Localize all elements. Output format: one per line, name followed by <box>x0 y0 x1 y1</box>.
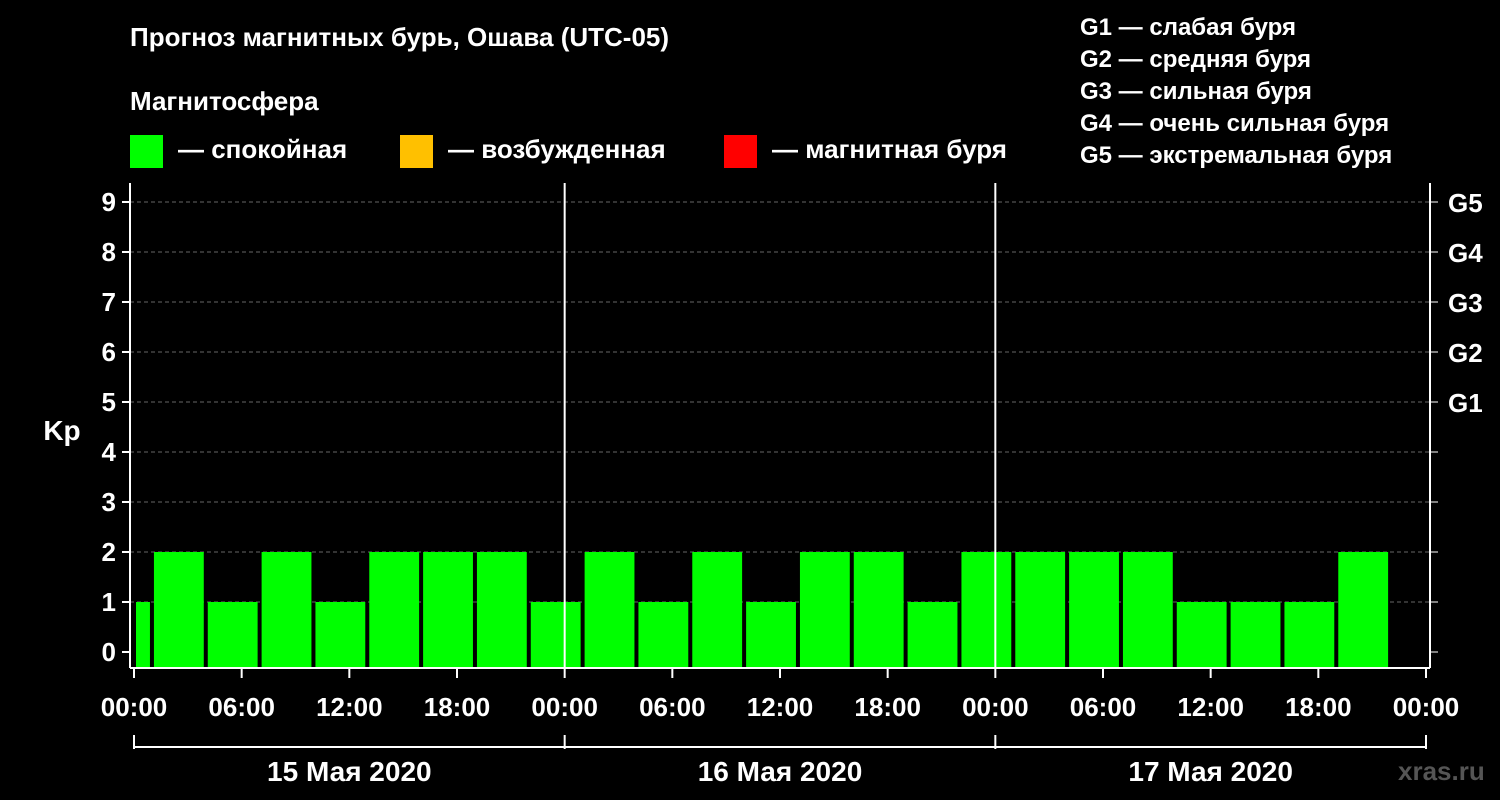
grid-lines <box>130 201 1430 603</box>
x-tick-label: 00:00 <box>1393 692 1460 722</box>
bar-11 <box>692 552 743 668</box>
x-tick-label: 18:00 <box>1285 692 1352 722</box>
day-label: 16 Мая 2020 <box>698 756 863 787</box>
bar-14 <box>853 552 904 668</box>
y-tick-label: 8 <box>102 237 116 267</box>
x-tick-label: 00:00 <box>962 692 1029 722</box>
bar-23 <box>1338 552 1389 668</box>
bar-17 <box>1015 552 1066 668</box>
bar-4 <box>315 602 366 668</box>
x-tick-label: 18:00 <box>854 692 921 722</box>
x-tick-label: 12:00 <box>316 692 383 722</box>
bar-22 <box>1284 602 1335 668</box>
y-tick-label: 0 <box>102 637 116 667</box>
g-tick-label: G3 <box>1448 288 1483 318</box>
bar-series <box>136 552 1389 668</box>
y-tick-label: 2 <box>102 537 116 567</box>
bar-5 <box>369 552 420 668</box>
y-tick-label: 1 <box>102 587 116 617</box>
bar-0 <box>136 602 150 668</box>
axis-labels: 0 1 2 3 4 5 6 7 8 9 G1 G2 G3 G4 G5 Kp 00:00 06:00 12:00 18:… <box>43 187 1483 787</box>
bar-3 <box>261 552 312 668</box>
bar-8 <box>530 602 581 668</box>
bar-7 <box>476 552 527 668</box>
bar-19 <box>1122 552 1173 668</box>
y-tick-label: 9 <box>102 187 116 217</box>
y-tick-label: 7 <box>102 287 116 317</box>
day-label: 15 Мая 2020 <box>267 756 432 787</box>
bar-18 <box>1069 552 1119 668</box>
y-tick-label: 4 <box>102 437 117 467</box>
bar-13 <box>799 552 850 668</box>
x-tick-label: 18:00 <box>424 692 491 722</box>
x-tick-label: 00:00 <box>101 692 168 722</box>
y-tick-label: 5 <box>102 387 116 417</box>
g-tick-label: G5 <box>1448 188 1483 218</box>
bar-2 <box>207 602 258 668</box>
bar-20 <box>1176 602 1227 668</box>
bar-12 <box>746 602 796 668</box>
y-axis-label: Kp <box>43 415 80 446</box>
bar-21 <box>1230 602 1281 668</box>
x-tick-label: 12:00 <box>747 692 814 722</box>
x-tick-label: 12:00 <box>1177 692 1244 722</box>
x-tick-label: 06:00 <box>639 692 706 722</box>
y-tick-label: 3 <box>102 487 116 517</box>
bar-9 <box>584 552 635 668</box>
bar-10 <box>638 602 689 668</box>
source-watermark: xras.ru <box>1398 756 1485 786</box>
bar-16 <box>961 552 1012 668</box>
x-tick-label: 00:00 <box>531 692 598 722</box>
g-tick-label: G4 <box>1448 238 1483 268</box>
g-tick-label: G1 <box>1448 388 1483 418</box>
kp-chart: 0 1 2 3 4 5 6 7 8 9 G1 G2 G3 G4 G5 Kp 00:00 06:00 12:00 18:… <box>43 183 1483 787</box>
g-tick-label: G2 <box>1448 338 1483 368</box>
x-tick-label: 06:00 <box>208 692 275 722</box>
day-label: 17 Мая 2020 <box>1128 756 1293 787</box>
y-tick-label: 6 <box>102 337 116 367</box>
bar-15 <box>907 602 958 668</box>
bar-1 <box>153 552 204 668</box>
bar-6 <box>423 552 473 668</box>
x-tick-label: 06:00 <box>1070 692 1137 722</box>
